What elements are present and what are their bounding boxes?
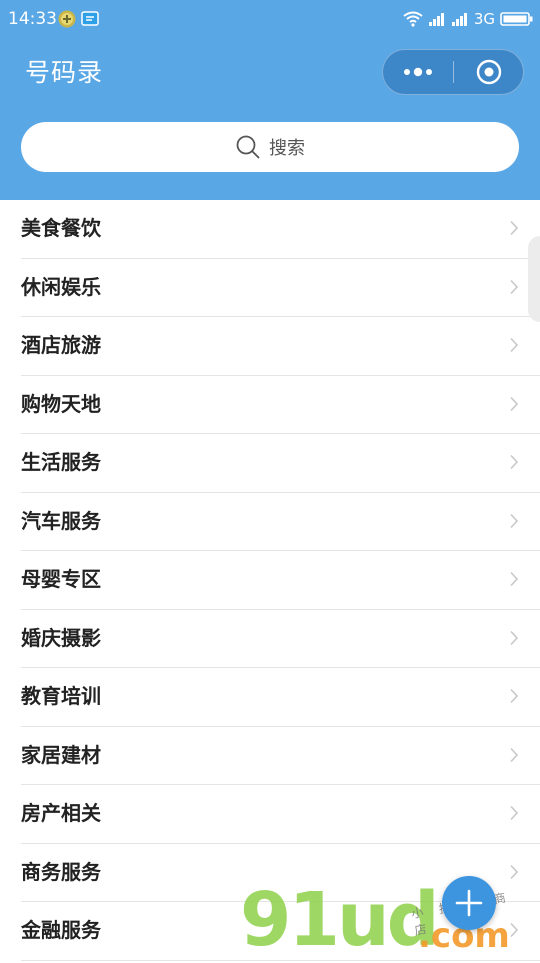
list-item-label: 家居建材 — [21, 742, 101, 767]
list-item-label: 金融服务 — [21, 918, 101, 942]
list-item-education[interactable]: 教育培训 — [21, 668, 540, 727]
list-item-label: 商务服务 — [21, 859, 101, 884]
list-item-label: 美食餐饮 — [21, 216, 101, 240]
target-close-icon — [476, 59, 502, 85]
chevron-right-icon — [510, 688, 519, 704]
network-type: 3G — [473, 10, 495, 28]
chevron-right-icon — [510, 513, 519, 528]
battery-icon — [500, 12, 533, 26]
close-button[interactable] — [454, 50, 524, 94]
chevron-right-icon — [510, 747, 519, 762]
list-item-car[interactable]: 汽车服务 — [21, 493, 540, 551]
plus-icon — [455, 889, 483, 917]
list-item-label: 教育培训 — [21, 684, 101, 708]
page-title: 号码录 — [25, 58, 104, 87]
list-item-leisure[interactable]: 休闲娱乐 — [21, 259, 540, 317]
list-item-hotel[interactable]: 酒店旅游 — [21, 317, 540, 376]
search-placeholder: 搜索 — [269, 138, 305, 159]
list-item-label: 休闲娱乐 — [21, 274, 101, 299]
chevron-right-icon — [510, 337, 519, 353]
scroll-edge-indicator — [528, 236, 540, 322]
chevron-right-icon — [510, 864, 519, 879]
wifi-icon — [403, 11, 423, 27]
chevron-right-icon — [510, 571, 519, 587]
header: 号码录 搜索 — [0, 38, 540, 200]
search-bar[interactable]: 搜索 — [21, 122, 519, 172]
list-item-shopping[interactable]: 购物天地 — [21, 376, 540, 434]
list-item-baby[interactable]: 母婴专区 — [21, 551, 540, 610]
list-item-real-estate[interactable]: 房产相关 — [21, 785, 540, 844]
status-time: 14:33 — [8, 9, 57, 29]
list-item-food[interactable]: 美食餐饮 — [21, 200, 540, 259]
add-button[interactable] — [442, 876, 496, 930]
message-icon — [81, 11, 99, 26]
list-item-label: 汽车服务 — [21, 508, 101, 533]
list-item-label: 购物天地 — [21, 391, 101, 416]
chevron-right-icon — [510, 922, 519, 938]
more-button[interactable] — [383, 50, 453, 94]
mini-program-capsule — [382, 49, 524, 95]
category-list: 美食餐饮 休闲娱乐 酒店旅游 购物天地 生活服务 汽车服务 母婴专区 婚庆摄影 … — [0, 200, 540, 961]
signal-icon — [428, 13, 444, 26]
list-item-label: 生活服务 — [21, 450, 101, 474]
status-bar: 14:33 3G — [0, 0, 540, 38]
chevron-right-icon — [510, 279, 519, 294]
chevron-right-icon — [510, 454, 519, 470]
signal-icon — [451, 13, 467, 26]
list-item-label: 酒店旅游 — [21, 333, 101, 357]
list-item-label: 房产相关 — [21, 801, 101, 825]
wechat-icon — [58, 10, 76, 28]
chevron-right-icon — [510, 630, 519, 645]
chevron-right-icon — [510, 805, 519, 821]
chevron-right-icon — [510, 220, 519, 236]
list-item-wedding[interactable]: 婚庆摄影 — [21, 610, 540, 668]
chevron-right-icon — [510, 396, 519, 411]
list-item-label: 婚庆摄影 — [21, 625, 101, 650]
list-item-label: 母婴专区 — [21, 567, 101, 591]
list-item-home-building[interactable]: 家居建材 — [21, 727, 540, 785]
list-item-life-service[interactable]: 生活服务 — [21, 434, 540, 493]
status-indicators: 3G — [403, 9, 534, 29]
more-dots-icon — [404, 67, 432, 77]
search-icon — [236, 135, 260, 159]
